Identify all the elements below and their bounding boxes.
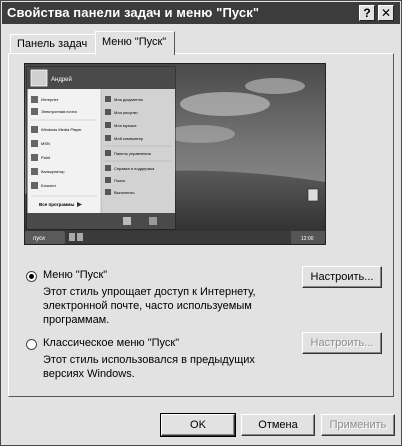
start-menu-radio[interactable] (26, 271, 37, 282)
preview-right-item: Справка и поддержка (114, 166, 155, 171)
close-button[interactable]: ✕ (378, 5, 394, 21)
preview-right-item: Мои рисунки (114, 110, 138, 115)
preview-left-item: Paint (41, 155, 51, 160)
log-off-icon (123, 217, 131, 225)
preview-left-item: Электронная почта (41, 109, 77, 114)
start-menu: Андрей Интернет Электронная почта Window… (26, 66, 176, 230)
help-button[interactable]: ? (359, 5, 375, 21)
start-menu-label[interactable]: Меню "Пуск" (43, 269, 107, 281)
user-avatar (30, 69, 48, 87)
preview-left-item: Интернет (41, 97, 59, 102)
preview-left-item: MSN (41, 141, 50, 146)
preview-right-item: Панель управления (114, 151, 151, 156)
recycle-bin-icon (307, 188, 319, 202)
preview-right-item: Мой компьютер (114, 136, 144, 141)
customize-classic-menu-button[interactable]: Настроить... (302, 332, 382, 354)
radio-dot (29, 274, 34, 279)
description-line: программам. (43, 314, 110, 326)
description-line: электронной почте, часто используемым (43, 300, 252, 312)
preview-right-item: Мои документы (114, 97, 143, 102)
shutdown-icon (149, 217, 157, 225)
preview-left-item: Калькулятор (41, 169, 65, 174)
customize-start-menu-button[interactable]: Настроить... (302, 266, 382, 288)
ok-button[interactable]: OK (160, 413, 236, 437)
window-title: Свойства панели задач и меню "Пуск" (7, 5, 260, 20)
preview-clock: 12:00 (301, 236, 314, 242)
classic-menu-radio[interactable] (26, 339, 37, 350)
preview-right-item: Моя музыка (114, 123, 137, 128)
preview-start-label: пуск (33, 236, 46, 242)
cancel-button[interactable]: Отмена (241, 414, 315, 436)
preview-left-item: Блокнот (41, 183, 56, 188)
tab-start-menu[interactable]: Меню "Пуск" (95, 31, 175, 55)
preview-right-item: Поиск (114, 178, 125, 183)
dialog-window: Свойства панели задач и меню "Пуск" ? ✕ … (0, 0, 402, 446)
preview-left-item: Windows Media Player (41, 127, 82, 132)
preview-all-programs: Все программы (39, 202, 75, 207)
start-menu-description: Этот стиль упрощает доступ к Интернету, … (43, 285, 293, 327)
description-line: Этот стиль использовался в предыдущих (43, 354, 255, 366)
description-line: Этот стиль упрощает доступ к Интернету, (43, 286, 256, 298)
apply-button[interactable]: Применить (321, 414, 395, 436)
preview-right-item: Выполнить (114, 190, 135, 195)
classic-menu-description: Этот стиль использовался в предыдущих ве… (43, 353, 293, 381)
classic-menu-label[interactable]: Классическое меню "Пуск" (43, 337, 179, 349)
preview-user-name: Андрей (51, 76, 72, 83)
title-bar[interactable]: Свойства панели задач и меню "Пуск" ? ✕ (2, 2, 400, 24)
tab-taskbar[interactable]: Панель задач (10, 34, 96, 53)
start-menu-preview: Андрей Интернет Электронная почта Window… (24, 63, 326, 245)
description-line: версиях Windows. (43, 368, 135, 380)
